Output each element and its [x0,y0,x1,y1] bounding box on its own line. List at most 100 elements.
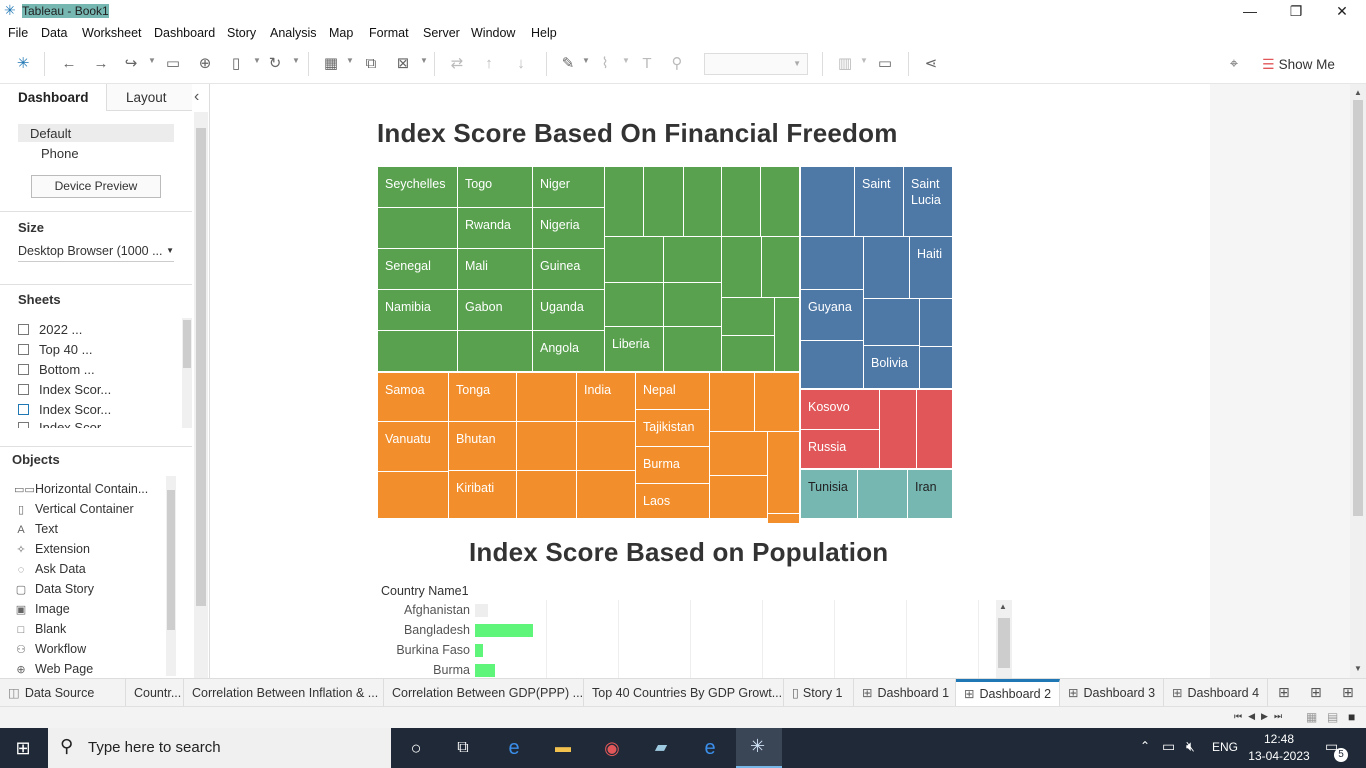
treemap-cell-iran[interactable]: Iran [908,470,953,519]
menu-map[interactable]: Map [329,26,353,40]
tableau-home-icon[interactable]: ✳ [12,54,34,74]
treemap-cell[interactable] [722,237,762,298]
bar-burkina-faso[interactable] [475,644,483,657]
scroll-up-icon[interactable]: ▲ [999,602,1007,611]
show-sheet-sorter-icon[interactable]: ▤ [1327,710,1338,724]
treemap-cell-gabon[interactable]: Gabon [458,290,533,331]
treemap-cell[interactable] [801,237,864,290]
treemap-cell[interactable] [920,347,953,389]
treemap-cell-seychelles[interactable]: Seychelles [378,167,458,208]
treemap-cell[interactable] [605,237,664,283]
treemap-cell-liberia[interactable]: Liberia [605,327,664,372]
new-worksheet-icon[interactable]: ▦ [320,54,342,74]
task-view-icon[interactable]: ⧉ [450,736,476,760]
treemap-cell[interactable] [605,167,644,237]
treemap-cell-burma[interactable]: Burma [636,447,710,484]
treemap-cell-saint[interactable]: Saint [855,167,904,237]
restore-button[interactable]: ❐ [1273,0,1319,22]
duplicate-icon[interactable]: ⧉ [360,54,382,74]
treemap-cell[interactable] [722,167,761,237]
objects-scrollbar[interactable] [166,476,176,676]
bar-afghanistan[interactable] [475,604,488,617]
chrome-icon[interactable]: ◉ [599,736,625,760]
treemap-cell[interactable] [517,373,577,422]
tab-data-source[interactable]: ◫ Data Source [0,679,126,707]
chevron-down-icon[interactable]: ▼ [346,56,354,65]
treemap-cell-nigeria[interactable]: Nigeria [533,208,605,249]
show-labels-icon[interactable]: T [636,54,658,74]
minimize-button[interactable]: — [1227,0,1273,22]
pin-icon[interactable]: ⌖ [1223,54,1245,74]
treemap-cell[interactable] [755,373,800,432]
treemap-cell-senegal[interactable]: Senegal [378,249,458,290]
treemap-cell[interactable] [920,299,953,347]
network-icon[interactable]: ▭ [1162,738,1175,755]
treemap-cell[interactable] [864,237,910,299]
menu-file[interactable]: File [8,26,28,40]
object-ask-data[interactable]: ◌ Ask Data [14,562,86,576]
menu-help[interactable]: Help [531,26,557,40]
treemap-cell[interactable] [880,390,917,469]
treemap-cell-laos[interactable]: Laos [636,484,710,519]
treemap-cell-tunisia[interactable]: Tunisia [801,470,858,519]
new-data-source-icon[interactable]: ⊕ [194,54,216,74]
object-text[interactable]: A Text [14,522,58,536]
chevron-down-icon[interactable]: ▼ [148,56,156,65]
tab-sheet[interactable]: Correlation Between GDP(PPP) ... [384,679,584,707]
treemap-cell[interactable] [664,237,722,283]
cortana-icon[interactable]: ○ [403,736,429,760]
menu-analysis[interactable]: Analysis [270,26,317,40]
device-preview-button[interactable]: Device Preview [31,175,161,198]
treemap-cell[interactable] [762,237,800,298]
object-extension[interactable]: ✧ Extension [14,542,90,556]
menu-format[interactable]: Format [369,26,409,40]
object-blank[interactable]: □ Blank [14,622,67,636]
scrollbar-thumb[interactable] [167,490,175,630]
new-worksheet-tab-icon[interactable]: ⊞ [1278,684,1290,701]
treemap-cell[interactable] [378,331,458,372]
sheet-item[interactable]: Index Scor... [18,402,111,417]
treemap-cell[interactable] [577,422,636,471]
tab-dashboard-1[interactable]: ⊞ Dashboard 1 [854,679,956,707]
bar-bangladesh[interactable] [475,624,533,637]
treemap-cell[interactable] [917,390,953,469]
treemap-cell[interactable] [517,422,577,471]
sheet-item[interactable]: Index Scor... [18,382,111,397]
object-vertical-container[interactable]: ▯ Vertical Container [14,502,134,516]
treemap-cell[interactable] [722,336,775,372]
chevron-down-icon[interactable]: ▼ [292,56,300,65]
notepad-icon[interactable]: ▰ [648,736,674,760]
tab-sheet[interactable]: Correlation Between Inflation & ... [184,679,384,707]
treemap-cell[interactable] [775,298,800,372]
bar-burma[interactable] [475,664,495,677]
treemap-cell[interactable] [768,432,800,514]
pause-updates-icon[interactable]: ▯ [225,54,247,74]
treemap-cell-tajikistan[interactable]: Tajikistan [636,410,710,447]
treemap-cell-nepal[interactable]: Nepal [636,373,710,410]
tableau-taskbar-button[interactable]: ✳ [736,728,782,768]
treemap-cell-kiribati[interactable]: Kiribati [449,471,517,519]
treemap-cell[interactable] [801,167,855,237]
share-icon[interactable]: ⋖ [920,54,942,74]
treemap-cell[interactable] [664,327,722,372]
treemap-cell-bolivia[interactable]: Bolivia [864,346,920,389]
tab-dashboard-4[interactable]: ⊞ Dashboard 4 [1164,679,1268,707]
scrollbar-thumb[interactable] [1353,100,1363,516]
treemap-cell[interactable] [684,167,722,237]
object-web-page[interactable]: ⊕ Web Page [14,662,93,676]
treemap-cell-niger[interactable]: Niger [533,167,605,208]
device-default[interactable]: Default [30,126,71,141]
treemap-cell-saint-lucia[interactable]: Saint Lucia [904,167,953,237]
undo-icon[interactable]: ← [58,54,80,74]
object-data-story[interactable]: ▢ Data Story [14,582,94,596]
object-workflow[interactable]: ⚇ Workflow [14,642,86,656]
treemap-cell[interactable] [605,283,664,327]
refresh-icon[interactable]: ↻ [264,54,286,74]
treemap-cell[interactable] [517,471,577,519]
scroll-down-icon[interactable]: ▼ [1354,664,1362,673]
object-horizontal-container[interactable]: ▭▭Horizontal Contain... [14,482,148,496]
chevron-down-icon[interactable]: ▼ [582,56,590,65]
chevron-down-icon[interactable]: ▼ [420,56,428,65]
sheet-navigation-icon[interactable]: ⏮◀▶⏭ [1234,711,1288,722]
tab-dashboard[interactable]: Dashboard [18,90,89,105]
